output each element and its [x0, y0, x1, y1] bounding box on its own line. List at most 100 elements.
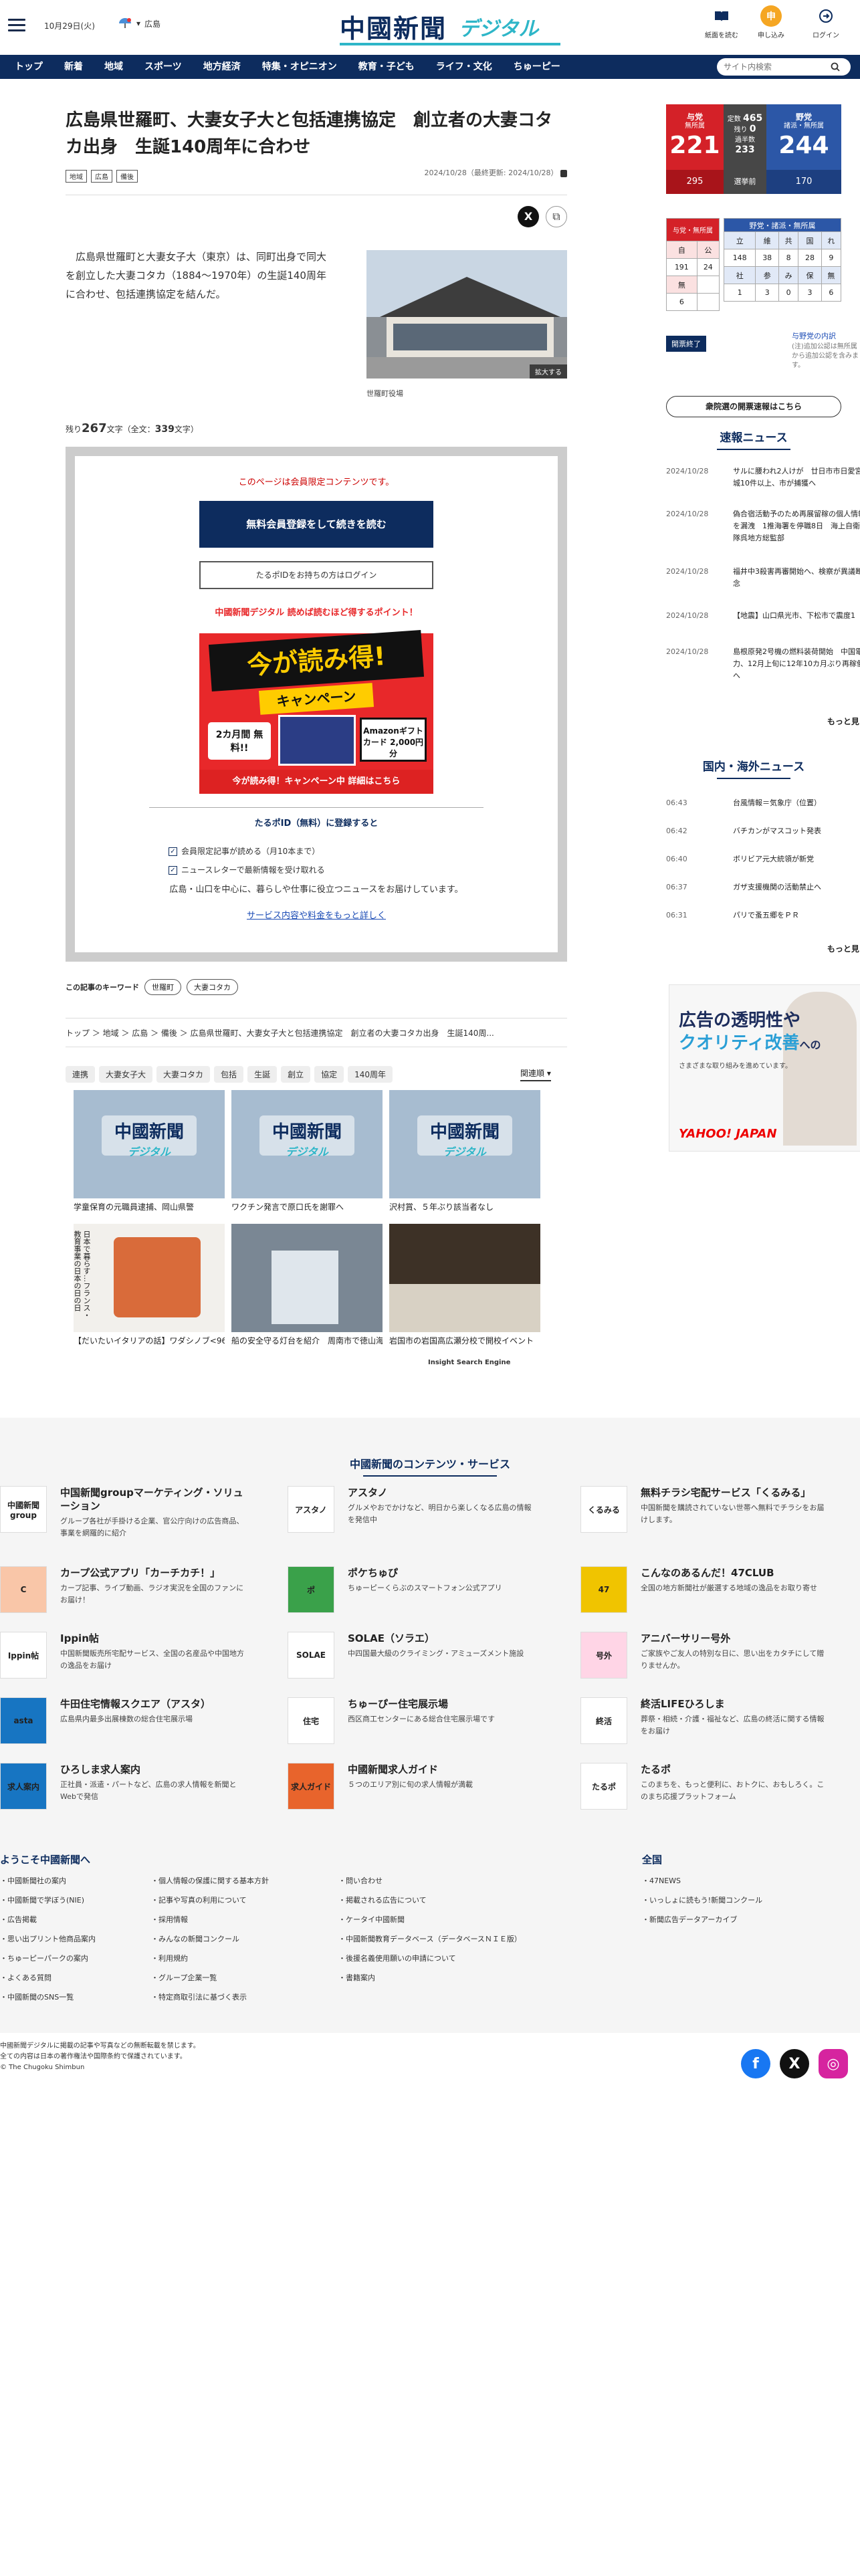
- service-item[interactable]: 求人ガイド 中國新聞求人ガイド ５つのエリア別に旬の求人情報が満載: [288, 1763, 535, 1810]
- search-input[interactable]: [724, 62, 831, 72]
- site-logo[interactable]: 中國新聞 デジタル: [340, 8, 560, 47]
- footer-link[interactable]: 掲載される広告について: [338, 1891, 522, 1910]
- more-link[interactable]: もっと見る ›: [807, 716, 860, 727]
- campaign-banner[interactable]: 中國新聞デジタル 読めば読むほど得するポイント！ 今が読み得! キャンペーン 2…: [199, 600, 433, 794]
- x-share-icon[interactable]: X: [518, 206, 539, 227]
- tag-hiroshima[interactable]: 広島: [91, 170, 112, 183]
- article-photo[interactable]: 拡大する: [366, 250, 567, 379]
- related-chip[interactable]: 140周年: [348, 1066, 393, 1083]
- footer-link[interactable]: 記事や写真の利用について: [151, 1891, 269, 1910]
- related-article[interactable]: 中國新聞 デジタル ワクチン発言で原口氏を謝罪へ: [231, 1090, 383, 1212]
- service-item[interactable]: 住宅 ちゅーぴー住宅展示場 西区商工センターにある総合住宅展示場です: [288, 1697, 535, 1744]
- footer-link[interactable]: 広告掲載: [0, 1910, 96, 1929]
- service-item[interactable]: ポポケちゅぴ ちゅーピーくらぶのスマートフォン公式アプリ: [288, 1566, 535, 1613]
- facebook-icon[interactable]: f: [741, 2049, 770, 2078]
- service-item[interactable]: 終活 終活LIFEひろしま 葬祭・相続・介護・福祉など、広島の終活に関する情報をお届…: [580, 1697, 828, 1744]
- read-paper-button[interactable]: 紙面を読む: [698, 5, 745, 39]
- footer-link[interactable]: 問い合わせ: [338, 1871, 522, 1891]
- footer-link[interactable]: 中國新聞で学ぼう(NIE): [0, 1891, 96, 1910]
- apply-button[interactable]: 申 申し込み: [748, 5, 794, 39]
- zoom-button[interactable]: 拡大する: [530, 364, 567, 379]
- related-chip[interactable]: 大妻コタカ: [156, 1066, 211, 1083]
- news-item[interactable]: 06:40 ボリビア元大統領が新党: [666, 853, 860, 865]
- related-chip[interactable]: 大妻女子大: [99, 1066, 153, 1083]
- nav-item-life[interactable]: ライフ・文化: [425, 55, 503, 79]
- service-item[interactable]: たるポ たるポ このまちを、もっと便利に、おトクに、おもしろく。このまち応援プラット…: [580, 1763, 828, 1810]
- related-article[interactable]: 岩国市の岩国高広瀬分校で開校イベント 卒業生ら600人思い出振: [389, 1224, 540, 1346]
- keyword-pill[interactable]: 世羅町: [144, 979, 181, 995]
- instagram-icon[interactable]: ◎: [819, 2049, 848, 2078]
- footer-link[interactable]: 47NEWS: [642, 1871, 762, 1891]
- weather-widget[interactable]: ▾ 広島: [118, 17, 160, 29]
- footer-link[interactable]: 中國新聞のSNS一覧: [0, 1988, 96, 2007]
- footer-link[interactable]: いっしょに読もう!新聞コンクール: [642, 1891, 762, 1910]
- ad-banner[interactable]: 広告の透明性や クオリティ改善への さまざまな取り組みを進めています。 YAHOO…: [669, 984, 860, 1152]
- news-item[interactable]: 2024/10/28 島根原発2号機の燃料装荷開始 中国電力、12月上旬に12年1…: [666, 646, 860, 682]
- tag-region[interactable]: 地域: [66, 170, 87, 183]
- more-link[interactable]: もっと見る ›: [807, 943, 860, 954]
- service-item[interactable]: Ippin帖 Ippin帖 中国新聞販売所宅配サービス、全国の名産品や中国地方の逸品…: [0, 1632, 247, 1679]
- nav-item-top[interactable]: トップ: [0, 55, 53, 79]
- footer-link[interactable]: 後援名義使用願いの申請について: [338, 1949, 522, 1968]
- nav-item-sports[interactable]: スポーツ: [134, 55, 193, 79]
- news-item[interactable]: 06:37 ガザ支援機関の活動禁止へ: [666, 881, 860, 893]
- related-article[interactable]: 船の安全守る灯台を紹介 周南市で徳山海上保安部が企画展: [231, 1224, 383, 1346]
- related-chip[interactable]: 創立: [281, 1066, 311, 1083]
- search-icon[interactable]: [831, 62, 840, 72]
- related-chip[interactable]: 連携: [66, 1066, 96, 1083]
- nav-item-economy[interactable]: 地方経済: [193, 55, 251, 79]
- related-chip[interactable]: 包括: [214, 1066, 244, 1083]
- footer-link[interactable]: 利用規約: [151, 1949, 269, 1968]
- login-link-button[interactable]: たるポIDをお持ちの方はログイン: [199, 561, 433, 589]
- footer-link[interactable]: グループ企業一覧: [151, 1968, 269, 1988]
- service-item[interactable]: アスタノ アスタノ グルメやおでかけなど、明日から楽しくなる広島の情報を発信中: [288, 1486, 535, 1533]
- footer-link[interactable]: 特定商取引法に基づく表示: [151, 1988, 269, 2007]
- related-article[interactable]: 中國新聞 デジタル 学童保育の元職員逮捕、岡山県警: [74, 1090, 225, 1212]
- service-item[interactable]: 47 こんなのあるんだ！47CLUB 全国の地方新聞社が厳選する地域の逸品をお取り寄…: [580, 1566, 828, 1613]
- nav-item-new[interactable]: 新着: [53, 55, 94, 79]
- nav-item-opinion[interactable]: 特集・オピニオン: [251, 55, 348, 79]
- news-item[interactable]: 06:43 台風情報＝気象庁（位置）: [666, 797, 860, 809]
- news-item[interactable]: 2024/10/28 【地震】山口県光市、下松市で震度1: [666, 610, 860, 622]
- election-board[interactable]: 与党 無所属 221 295 定数 465 残り 0 過半数 233 選挙前 野党 諸派・…: [666, 104, 841, 194]
- footer-link[interactable]: ケータイ中國新聞: [338, 1910, 522, 1929]
- service-item[interactable]: 求人案内 ひろしま求人案内 正社員・派遣・パートなど、広島の求人情報を新聞とWebで…: [0, 1763, 247, 1810]
- related-chip[interactable]: 協定: [314, 1066, 344, 1083]
- service-item[interactable]: 中國新聞group 中国新聞groupマーケティング・ソリューション グループ各社が…: [0, 1486, 247, 1539]
- related-article[interactable]: 中國新聞 デジタル 沢村賞、５年ぶり該当者なし: [389, 1090, 540, 1212]
- register-button[interactable]: 無料会員登録をして続きを読む: [199, 501, 433, 548]
- tag-bingo[interactable]: 備後: [116, 170, 138, 183]
- service-item[interactable]: SOLAE SOLAE（ソラエ） 中四国最大級のクライミング・アミューズメント施設: [288, 1632, 535, 1679]
- news-item[interactable]: 2024/10/28 サルに腰われ2人けが 廿日市市日愛宮城10件以上、市が捕獲へ: [666, 465, 860, 490]
- login-button[interactable]: ログイン: [802, 5, 849, 39]
- related-chip[interactable]: 生誕: [247, 1066, 278, 1083]
- footer-link[interactable]: みんなの新聞コンクール: [151, 1929, 269, 1949]
- sort-dropdown[interactable]: 関連順 ▾: [520, 1067, 551, 1081]
- footer-link[interactable]: 中國新聞社の案内: [0, 1871, 96, 1891]
- related-article[interactable]: 日本で暮らす…フランス・教育事業の日本の日の日 【だいたいイタリアの話】ワダシノ…: [74, 1224, 225, 1346]
- footer-link[interactable]: 中國新聞教育データベース（データベースＮＩＥ版）: [338, 1929, 522, 1949]
- nav-item-education[interactable]: 教育・子ども: [348, 55, 425, 79]
- nav-item-chupy[interactable]: ちゅーピー: [503, 55, 571, 79]
- footer-link[interactable]: 新聞広告データアーカイブ: [642, 1910, 762, 1929]
- news-item[interactable]: 2024/10/28 福井中3殺害再審開始へ、検察が異議断念: [666, 566, 860, 590]
- breadcrumb[interactable]: トップ ＞ 地域 ＞ 広島 ＞ 備後 ＞ 広島県世羅町、大妻女子大と包括連携協定…: [66, 1018, 567, 1047]
- breakdown-link[interactable]: 与野党の内訳: [792, 332, 859, 341]
- footer-link[interactable]: 採用情報: [151, 1910, 269, 1929]
- footer-link[interactable]: 書籍案内: [338, 1968, 522, 1988]
- link-copy-icon[interactable]: ⧉: [546, 206, 567, 227]
- footer-link[interactable]: 個人情報の保護に関する基本方針: [151, 1871, 269, 1891]
- service-item[interactable]: C カープ公式アプリ「カーチカチ！」 カープ記事、ライブ動画、ラジオ実況を全国のファ…: [0, 1566, 247, 1613]
- footer-link[interactable]: よくある質問: [0, 1968, 96, 1988]
- news-item[interactable]: 06:31 パリで蚤五郷をＰＲ: [666, 909, 860, 922]
- service-item[interactable]: くるみる 無料チラシ宅配サービス「くるみる」 中国新聞を購読されていない世帯へ無料で…: [580, 1486, 828, 1533]
- keyword-pill[interactable]: 大妻コタカ: [187, 979, 238, 995]
- service-item[interactable]: 号外 アニバーサリー号外 ご家族やご友人の特別な日に、思い出をカタチにして贈りません…: [580, 1632, 828, 1679]
- news-item[interactable]: 2024/10/28 偽合宿活動予のため再展留稼の個人情報を漏洩 1推海署を停職8…: [666, 508, 860, 544]
- nav-item-region[interactable]: 地域: [94, 55, 134, 79]
- footer-link[interactable]: ちゅーピーパークの案内: [0, 1949, 96, 1968]
- menu-icon[interactable]: [8, 19, 25, 32]
- service-item[interactable]: asta 牛田住宅情報スクエア（アスタ） 広島県内最多出展棟数の総合住宅展示場: [0, 1697, 247, 1744]
- election-flash-button[interactable]: 衆院選の開票速報はこちら: [666, 396, 841, 417]
- x-icon[interactable]: X: [780, 2049, 809, 2078]
